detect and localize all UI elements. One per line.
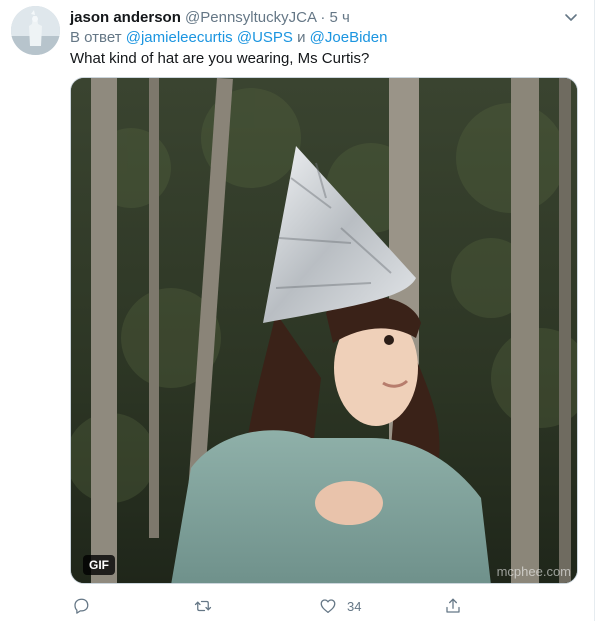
retweet-button[interactable] bbox=[194, 595, 212, 617]
share-button[interactable] bbox=[444, 595, 462, 617]
tweet-text: What kind of hat are you wearing, Ms Cur… bbox=[70, 50, 370, 67]
reply-button[interactable] bbox=[72, 595, 90, 617]
reply-conjunction: и bbox=[297, 29, 306, 46]
mention-link[interactable]: @jamieleecurtis bbox=[126, 29, 233, 46]
watermark: mcphee.com bbox=[496, 564, 571, 579]
gif-media[interactable]: GIF mcphee.com bbox=[70, 77, 578, 584]
reply-context: В ответ @jamieleecurtis @USPS и @JoeBide… bbox=[70, 28, 387, 48]
retweet-icon bbox=[194, 600, 212, 612]
gif-image bbox=[71, 78, 577, 583]
tweet-actions: 34 bbox=[70, 595, 490, 617]
separator: · bbox=[320, 9, 326, 26]
author-handle[interactable]: @PennsyltuckyJCA bbox=[185, 9, 316, 26]
mention-link[interactable]: @JoeBiden bbox=[310, 29, 388, 46]
tweet[interactable]: jason anderson @PennsyltuckyJCA · 5 ч В … bbox=[0, 0, 595, 621]
gif-badge[interactable]: GIF bbox=[83, 555, 115, 575]
tweet-header: jason anderson @PennsyltuckyJCA · 5 ч bbox=[70, 8, 350, 28]
mention-link[interactable]: @USPS bbox=[237, 29, 293, 46]
chevron-down-icon[interactable] bbox=[563, 9, 579, 25]
author-name[interactable]: jason anderson bbox=[70, 9, 181, 26]
like-count: 34 bbox=[347, 598, 362, 614]
reply-prefix: В ответ bbox=[70, 29, 122, 46]
heart-icon bbox=[320, 599, 336, 614]
like-button[interactable]: 34 bbox=[319, 595, 361, 617]
share-icon bbox=[446, 598, 460, 613]
timestamp[interactable]: 5 ч bbox=[330, 9, 350, 26]
reply-icon bbox=[74, 598, 89, 614]
avatar-image bbox=[11, 6, 60, 55]
avatar[interactable] bbox=[11, 6, 60, 55]
